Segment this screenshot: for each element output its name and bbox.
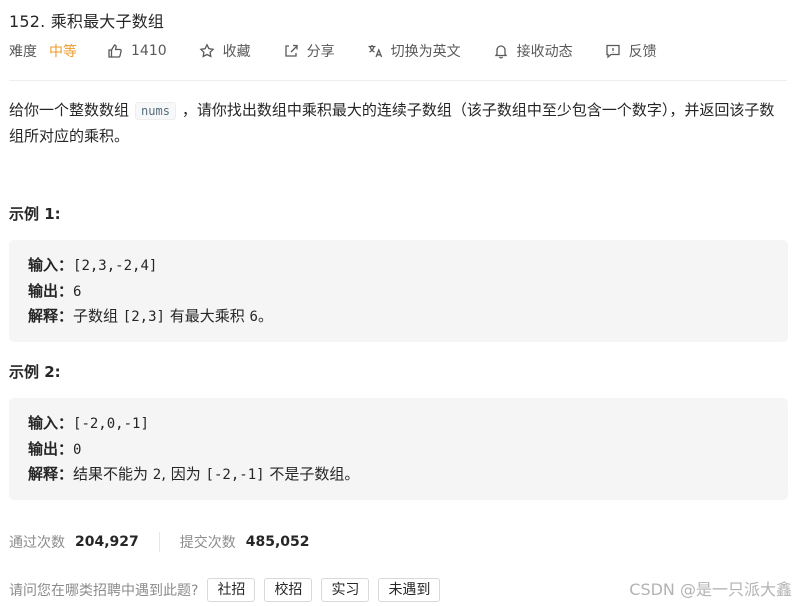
stats-divider [158, 532, 160, 552]
example-1-explain-mid: 有最大乘积 [164, 307, 250, 325]
switch-language-label: 切换为英文 [390, 44, 461, 60]
favorite-button[interactable]: 收藏 [199, 41, 251, 61]
tag-not-encountered[interactable]: 未遇到 [378, 578, 441, 602]
accepted-label: 通过次数 [9, 535, 65, 551]
difficulty-badge: 中等 [49, 44, 77, 60]
header-divider [9, 80, 787, 81]
favorite-label: 收藏 [222, 44, 251, 60]
example-1-title: 示例 1: [9, 205, 61, 223]
like-count: 1410 [131, 43, 167, 59]
example-1-output-value: 6 [73, 284, 82, 300]
feedback-icon [605, 44, 620, 59]
tag-social-hire[interactable]: 社招 [207, 578, 256, 602]
example-1-explain-line: 解释：子数组 [2,3] 有最大乘积 6。 [28, 303, 273, 330]
submission-stats: 通过次数 204,927 提交次数 485,052 [9, 532, 310, 552]
description-text-1: 给你一个整数数组 [9, 101, 130, 119]
bell-icon [494, 45, 507, 59]
feedback-button[interactable]: 反馈 [605, 41, 657, 61]
star-icon [199, 43, 215, 58]
feedback-label: 反馈 [628, 44, 657, 60]
example-1-explain-label: 解释： [28, 307, 74, 325]
example-2-box: 输入：[-2,0,-1] 输出：0 解释：结果不能为 2, 因为 [-2,-1]… [9, 398, 788, 500]
example-2-output-label: 输出： [28, 440, 74, 458]
problem-description: 给你一个整数数组 nums ，请你找出数组中乘积最大的连续子数组（该子数组中至少包含… [9, 98, 787, 149]
example-1-explain-prefix: 子数组 [73, 307, 123, 325]
example-1-explain-num: 6 [249, 309, 258, 325]
example-1-output-label: 输出： [28, 282, 74, 300]
tag-campus-hire[interactable]: 校招 [264, 578, 313, 602]
example-1-input-label: 输入： [28, 256, 74, 274]
difficulty-label: 难度 [9, 44, 37, 60]
example-2-explain-num: [-2,-1] [205, 467, 265, 483]
submitted-label: 提交次数 [179, 535, 236, 551]
share-icon [284, 44, 298, 57]
example-1-explain-code: [2,3] [122, 309, 165, 325]
interview-source-question: 请问您在哪类招聘中遇到此题? 社招 校招 实习 未遇到 [9, 578, 441, 602]
example-2-explain-label: 解释： [28, 465, 74, 483]
problem-page: 152. 乘积最大子数组 难度 中等 1410 收藏 分享 切换为英文 接收动态… [0, 0, 807, 606]
like-button[interactable]: 1410 [107, 43, 167, 59]
example-1-box: 输入：[2,3,-2,4] 输出：6 解释：子数组 [2,3] 有最大乘积 6。 [9, 240, 788, 342]
share-label: 分享 [306, 44, 335, 60]
accepted-count: 204,927 [75, 534, 139, 550]
notify-label: 接收动态 [516, 44, 573, 60]
csdn-watermark: CSDN @是一只派大鑫 [629, 580, 792, 599]
submitted-count: 485,052 [245, 534, 310, 550]
example-2-input-value: [-2,0,-1] [73, 416, 149, 432]
description-inline-code: nums [135, 102, 176, 120]
example-2-output-value: 0 [73, 442, 82, 458]
share-button[interactable]: 分享 [283, 41, 335, 61]
example-2-explain-code: 2 [152, 467, 162, 483]
example-2-explain-suffix: 不是子数组。 [264, 465, 360, 483]
thumbs-up-icon [108, 44, 122, 58]
translate-icon [368, 45, 382, 58]
example-2-explain-prefix: 结果不能为 [73, 465, 153, 483]
example-2-input-line: 输入：[-2,0,-1] [28, 410, 149, 437]
example-1-input-value: [2,3,-2,4] [73, 258, 158, 274]
example-2-explain-mid: , 因为 [161, 465, 206, 483]
example-2-input-label: 输入： [28, 414, 74, 432]
example-2-output-line: 输出：0 [28, 436, 81, 463]
problem-title: 152. 乘积最大子数组 [9, 12, 165, 31]
example-2-title: 示例 2: [9, 363, 61, 381]
example-1-input-line: 输入：[2,3,-2,4] [28, 252, 157, 279]
problem-meta-bar: 难度 中等 1410 收藏 分享 切换为英文 接收动态 反馈 [9, 41, 689, 61]
example-1-explain-suffix: 。 [257, 307, 273, 325]
example-1-output-line: 输出：6 [28, 278, 81, 305]
interview-question-text: 请问您在哪类招聘中遇到此题? [9, 583, 199, 599]
tag-internship[interactable]: 实习 [321, 578, 370, 602]
example-2-explain-line: 解释：结果不能为 2, 因为 [-2,-1] 不是子数组。 [28, 461, 359, 488]
switch-language-button[interactable]: 切换为英文 [367, 41, 461, 61]
notify-button[interactable]: 接收动态 [493, 41, 573, 61]
